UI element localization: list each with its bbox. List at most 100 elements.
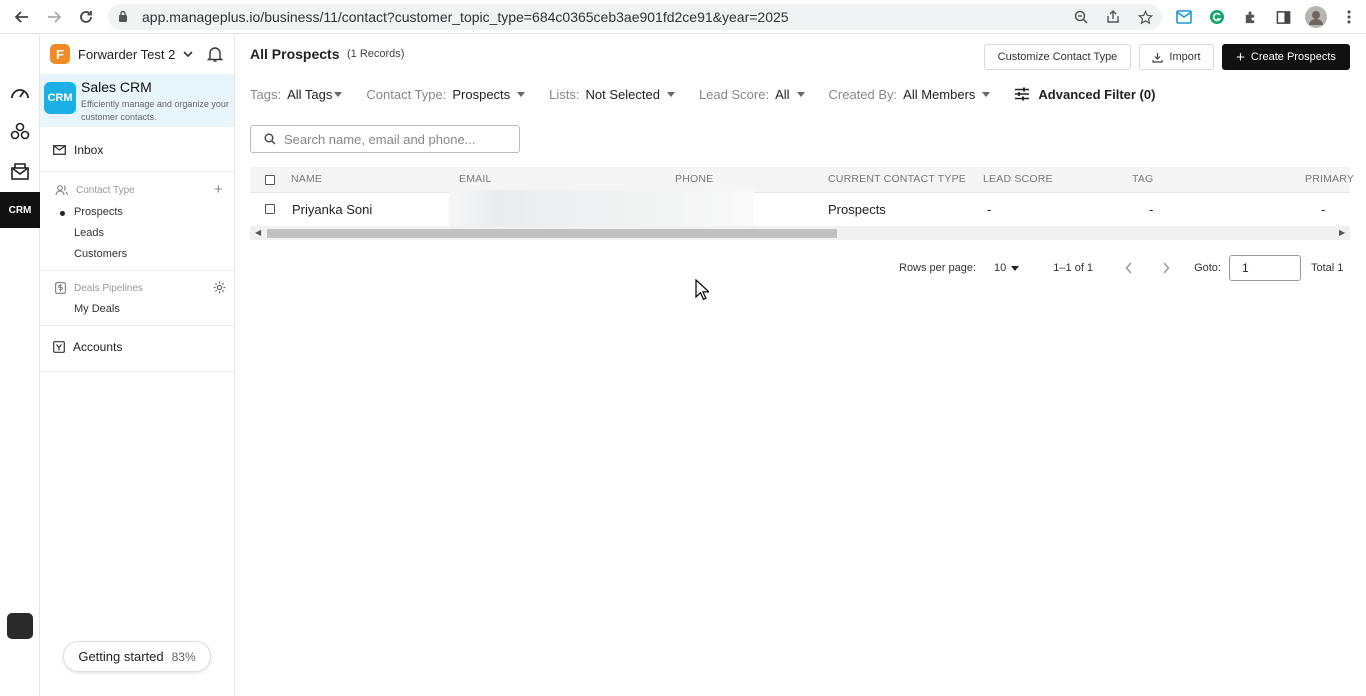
column-header-contact-type[interactable]: CURRENT CONTACT TYPE <box>828 173 966 185</box>
select-all-checkbox[interactable] <box>265 175 275 185</box>
customize-contact-type-button[interactable]: Customize Contact Type <box>984 44 1131 70</box>
filter-value: All Members <box>903 86 976 102</box>
rows-per-page-value: 10 <box>994 262 1007 274</box>
url-text: app.manageplus.io/business/11/contact?cu… <box>142 9 789 25</box>
import-icon <box>1152 52 1164 63</box>
zoom-icon[interactable] <box>1072 8 1090 26</box>
cell-name[interactable]: Priyanka Soni <box>292 202 372 217</box>
side-panel-icon[interactable] <box>1271 5 1295 29</box>
filter-bar: Tags: All Tags Contact Type: Prospects L… <box>250 85 1155 103</box>
contact-type-filter[interactable]: Contact Type: Prospects <box>366 86 526 102</box>
sidebar-item-customers[interactable]: Customers <box>74 248 127 260</box>
pagination: Rows per page: 10 1–1 of 1 Goto: Total 1 <box>899 255 1343 281</box>
deals-settings-gear-icon[interactable] <box>213 281 226 294</box>
column-header-email[interactable]: EMAIL <box>459 173 492 185</box>
rows-per-page-select[interactable]: 10 <box>994 262 1020 274</box>
product-title: Sales CRM <box>81 79 152 95</box>
product-description: Efficiently manage and organize your cus… <box>81 99 229 122</box>
divider <box>40 325 234 326</box>
horizontal-scrollbar[interactable]: ◀ ▶ <box>250 226 1350 240</box>
lead-score-filter[interactable]: Lead Score: All <box>699 87 805 102</box>
getting-started-label: Getting started <box>78 649 164 664</box>
sidebar-item-inbox[interactable]: Inbox <box>53 143 103 157</box>
filter-value: Prospects <box>452 86 511 102</box>
modules-icon[interactable] <box>8 119 32 143</box>
extensions-puzzle-icon[interactable] <box>1238 5 1262 29</box>
tags-filter[interactable]: Tags: All Tags <box>250 86 343 102</box>
search-box <box>250 125 520 153</box>
cell-contact-type: Prospects <box>828 202 886 217</box>
filter-label: Contact Type: <box>366 86 447 102</box>
grammarly-extension-icon[interactable] <box>1205 5 1229 29</box>
next-page-icon[interactable] <box>1162 262 1170 274</box>
sidebar-item-prospects[interactable]: Prospects <box>60 206 123 218</box>
caret-down-icon <box>982 91 991 97</box>
scrollbar-thumb[interactable] <box>267 229 837 238</box>
rows-per-page-label: Rows per page: <box>899 262 977 274</box>
column-header-tag[interactable]: TAG <box>1132 173 1153 185</box>
caret-down-icon <box>666 91 675 97</box>
getting-started-progress: 83% <box>171 649 196 664</box>
dashboard-gauge-icon[interactable] <box>8 80 32 104</box>
crm-product-logo: CRM <box>44 82 76 114</box>
previous-page-icon[interactable] <box>1125 262 1133 274</box>
bookmark-star-icon[interactable] <box>1136 8 1154 26</box>
create-prospects-label: Create Prospects <box>1250 51 1336 63</box>
row-checkbox[interactable] <box>265 204 275 214</box>
sidebar-item-label: Accounts <box>73 340 123 354</box>
forward-icon[interactable] <box>44 7 64 27</box>
sidebar-item-label: Inbox <box>74 143 104 157</box>
goto-page-input[interactable] <box>1228 255 1301 281</box>
user-avatar[interactable] <box>7 613 33 639</box>
filter-value: Not Selected <box>585 86 660 102</box>
table-row[interactable]: Priyanka Soni Prospects - - - <box>250 194 1350 224</box>
mouse-pointer-icon <box>695 279 709 301</box>
scroll-left-icon[interactable]: ◀ <box>255 228 261 237</box>
chevron-down-icon <box>183 51 193 58</box>
column-header-primary[interactable]: PRIMARY <box>1305 173 1354 185</box>
sidebar-item-my-deals[interactable]: My Deals <box>74 303 120 315</box>
getting-started-button[interactable]: Getting started 83% <box>63 641 211 672</box>
filter-label: Tags: <box>250 86 282 102</box>
profile-avatar-icon[interactable] <box>1304 5 1328 29</box>
deals-section-title: Deals Pipelines <box>55 282 143 294</box>
divider <box>40 270 234 271</box>
deals-dollar-icon <box>55 282 66 294</box>
plus-icon: + <box>1236 48 1245 66</box>
sidebar-item-accounts[interactable]: Accounts <box>53 340 122 354</box>
table-header: NAME EMAIL PHONE CURRENT CONTACT TYPE LE… <box>250 167 1354 193</box>
app-rail: CRM <box>0 35 40 696</box>
column-header-lead-score[interactable]: LEAD SCORE <box>983 173 1053 185</box>
product-card: CRM Sales CRM Efficiently manage and org… <box>40 74 234 127</box>
main-content: All Prospects (1 Records) Customize Cont… <box>235 35 1366 696</box>
lock-icon <box>119 10 127 22</box>
create-prospects-button[interactable]: + Create Prospects <box>1222 44 1350 70</box>
sidebar-item-leads[interactable]: Leads <box>74 227 104 239</box>
column-header-name[interactable]: NAME <box>291 173 322 185</box>
reload-icon[interactable] <box>76 7 96 27</box>
add-contact-type-icon[interactable]: + <box>214 181 223 198</box>
org-name: Forwarder Test 2 <box>78 46 176 62</box>
org-switcher[interactable]: F Forwarder Test 2 <box>50 43 193 65</box>
browser-menu-icon[interactable] <box>1337 5 1361 29</box>
redacted-contact-details <box>449 190 754 231</box>
search-input[interactable] <box>284 130 509 148</box>
column-header-phone[interactable]: PHONE <box>675 173 713 185</box>
goto-label: Goto: <box>1194 262 1221 274</box>
advanced-filter-button[interactable]: Advanced Filter (0) <box>1014 87 1155 102</box>
campaign-mail-icon[interactable] <box>8 159 32 183</box>
org-logo: F <box>50 44 70 64</box>
share-icon[interactable] <box>1104 8 1122 26</box>
scroll-right-icon[interactable]: ▶ <box>1339 228 1345 237</box>
created-by-filter[interactable]: Created By: All Members <box>829 87 991 102</box>
mail-extension-icon[interactable] <box>1172 5 1196 29</box>
address-bar[interactable]: app.manageplus.io/business/11/contact?cu… <box>108 4 1162 30</box>
back-icon[interactable] <box>12 7 32 27</box>
lists-filter[interactable]: Lists: Not Selected <box>549 87 675 102</box>
people-icon <box>55 185 68 196</box>
section-label: Contact Type <box>76 185 135 196</box>
crm-rail-item[interactable]: CRM <box>0 192 40 228</box>
import-button[interactable]: Import <box>1139 44 1214 70</box>
browser-toolbar: app.manageplus.io/business/11/contact?cu… <box>0 0 1366 34</box>
notification-bell-icon[interactable] <box>206 45 224 63</box>
